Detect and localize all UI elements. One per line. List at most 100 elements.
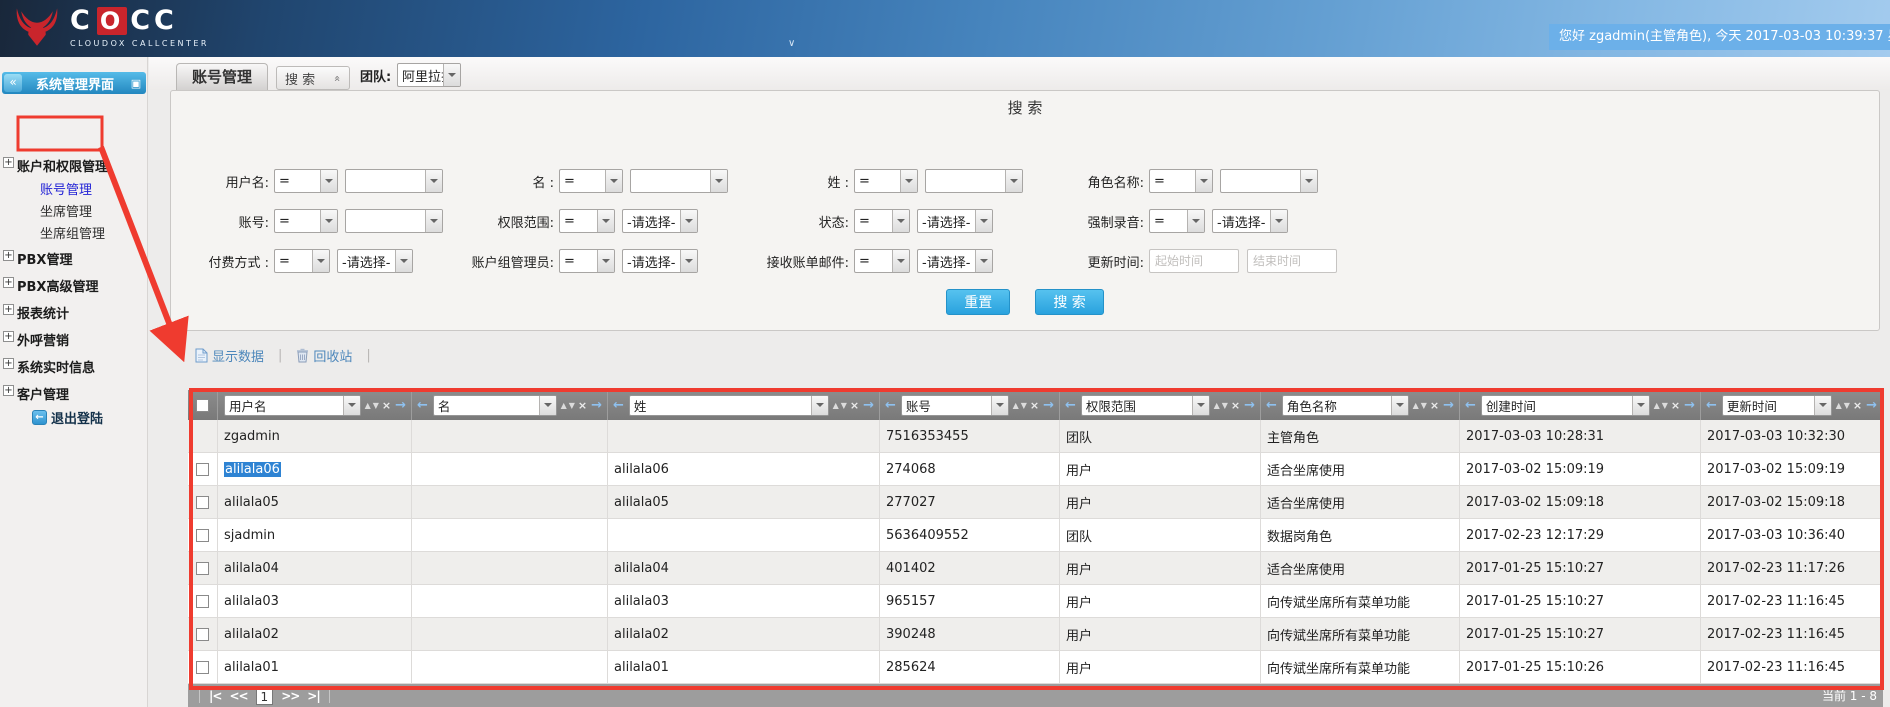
show-data-link[interactable]: 显示数据 [195,346,264,365]
sort-asc-icon[interactable]: ▲ [1836,401,1842,410]
last-page-button[interactable]: >| [303,689,323,703]
row-checkbox[interactable] [196,496,209,509]
column-select[interactable]: 角色名称 [1282,395,1409,416]
value-select[interactable]: -请选择- [337,249,413,273]
clear-filter-icon[interactable]: × [1853,399,1862,412]
sort-desc-icon[interactable]: ▼ [1421,401,1427,410]
move-column-right-icon[interactable]: → [1866,398,1877,413]
sidebar-item-agent-group-management[interactable]: 坐席组管理 [0,219,147,241]
row-checkbox[interactable] [196,595,209,608]
column-select[interactable]: 姓 [629,395,829,416]
move-column-right-icon[interactable]: → [1043,398,1054,413]
sort-asc-icon[interactable]: ▲ [365,401,371,410]
row-checkbox[interactable] [196,661,209,674]
sidebar-item-realtime-info[interactable]: + 系统实时信息 [0,352,147,376]
expand-icon[interactable]: + [3,250,14,261]
current-page-number[interactable]: 1 [256,687,274,705]
operator-select[interactable]: = [559,169,623,193]
search-value-combobox[interactable] [345,169,443,193]
expand-icon[interactable]: + [3,304,14,315]
column-select[interactable]: 权限范围 [1081,395,1210,416]
table-row[interactable]: alilala03alilala03965157用户向传斌坐席所有菜单功能201… [188,585,1883,618]
search-collapse-button[interactable]: 搜 索 « [276,66,350,90]
clear-filter-icon[interactable]: × [382,399,391,412]
move-column-right-icon[interactable]: → [1443,398,1454,413]
sort-desc-icon[interactable]: ▼ [1222,401,1228,410]
move-column-left-icon[interactable]: ← [417,398,428,413]
operator-select[interactable]: = [274,209,338,233]
column-select[interactable]: 用户名 [224,395,361,416]
sidebar-item-pbx-advanced[interactable]: + PBX高级管理 [0,271,147,295]
operator-select[interactable]: = [1149,209,1205,233]
sidebar-item-customer-management[interactable]: + 客户管理 [0,379,147,403]
column-select[interactable]: 账号 [901,395,1009,416]
select-all-checkbox[interactable] [196,399,209,412]
row-checkbox[interactable] [196,463,209,476]
operator-select[interactable]: = [274,169,338,193]
move-column-left-icon[interactable]: ← [885,398,896,413]
table-row[interactable]: alilala05alilala05277027用户适合坐席使用2017-03-… [188,486,1883,519]
sidebar-pin-icon[interactable]: ▣ [128,77,144,90]
search-value-combobox[interactable] [925,169,1023,193]
table-row[interactable]: sjadmin5636409552团队数据岗角色2017-02-23 12:17… [188,519,1883,552]
search-value-combobox[interactable] [630,169,728,193]
sort-desc-icon[interactable]: ▼ [1021,401,1027,410]
sort-asc-icon[interactable]: ▲ [561,401,567,410]
value-select[interactable]: -请选择- [917,249,993,273]
sort-desc-icon[interactable]: ▼ [1662,401,1668,410]
operator-select[interactable]: = [854,169,918,193]
table-row[interactable]: alilala02alilala02390248用户向传斌坐席所有菜单功能201… [188,618,1883,651]
operator-select[interactable]: = [559,209,615,233]
clear-filter-icon[interactable]: × [1030,399,1039,412]
sort-desc-icon[interactable]: ▼ [569,401,575,410]
recycle-bin-link[interactable]: 回收站 [296,346,352,365]
operator-select[interactable]: = [274,249,330,273]
expand-icon[interactable]: + [3,331,14,342]
table-row[interactable]: zgadmin7516353455团队主管角色2017-03-03 10:28:… [188,420,1883,453]
clear-filter-icon[interactable]: × [1671,399,1680,412]
clear-filter-icon[interactable]: × [1231,399,1240,412]
table-row[interactable]: alilala01alilala01285624用户向传斌坐席所有菜单功能201… [188,651,1883,684]
operator-select[interactable]: = [854,209,910,233]
end-date-input[interactable] [1247,249,1337,273]
sort-asc-icon[interactable]: ▲ [1214,401,1220,410]
sort-asc-icon[interactable]: ▲ [833,401,839,410]
team-select[interactable]: 阿里拉拉 [397,63,461,87]
sort-asc-icon[interactable]: ▲ [1654,401,1660,410]
operator-select[interactable]: = [1149,169,1213,193]
expand-icon[interactable]: + [3,277,14,288]
move-column-right-icon[interactable]: → [863,398,874,413]
move-column-left-icon[interactable]: ← [1465,398,1476,413]
sort-desc-icon[interactable]: ▼ [373,401,379,410]
start-date-input[interactable] [1149,249,1239,273]
move-column-left-icon[interactable]: ← [1266,398,1277,413]
search-value-combobox[interactable] [345,209,443,233]
tab-account-management[interactable]: 账号管理 [176,63,268,90]
search-value-combobox[interactable] [1220,169,1318,193]
sidebar-item-account-permission[interactable]: + 账户和权限管理 [0,151,147,175]
value-select[interactable]: -请选择- [622,209,698,233]
sort-desc-icon[interactable]: ▼ [841,401,847,410]
clear-filter-icon[interactable]: × [1430,399,1439,412]
move-column-left-icon[interactable]: ← [1065,398,1076,413]
sort-asc-icon[interactable]: ▲ [1413,401,1419,410]
column-select[interactable]: 名 [433,395,557,416]
sort-desc-icon[interactable]: ▼ [1844,401,1850,410]
table-row[interactable]: alilala06alilala06274068用户适合坐席使用2017-03-… [188,453,1883,486]
sidebar-item-reports[interactable]: + 报表统计 [0,298,147,322]
sidebar-item-account-management[interactable]: 账号管理 [0,175,147,197]
row-checkbox[interactable] [196,628,209,641]
move-column-right-icon[interactable]: → [1684,398,1695,413]
sidebar-item-outbound[interactable]: + 外呼营销 [0,325,147,349]
table-row[interactable]: alilala04alilala04401402用户适合坐席使用2017-01-… [188,552,1883,585]
move-column-left-icon[interactable]: ← [613,398,624,413]
sidebar-item-logout[interactable]: ← 退出登陆 [0,406,147,428]
first-page-button[interactable]: |< [205,689,225,703]
value-select[interactable]: -请选择- [917,209,993,233]
clear-filter-icon[interactable]: × [850,399,859,412]
sidebar-collapse-icon[interactable]: « [4,74,22,92]
operator-select[interactable]: = [854,249,910,273]
value-select[interactable]: -请选择- [1212,209,1288,233]
move-column-right-icon[interactable]: → [591,398,602,413]
expand-icon[interactable]: + [3,385,14,396]
